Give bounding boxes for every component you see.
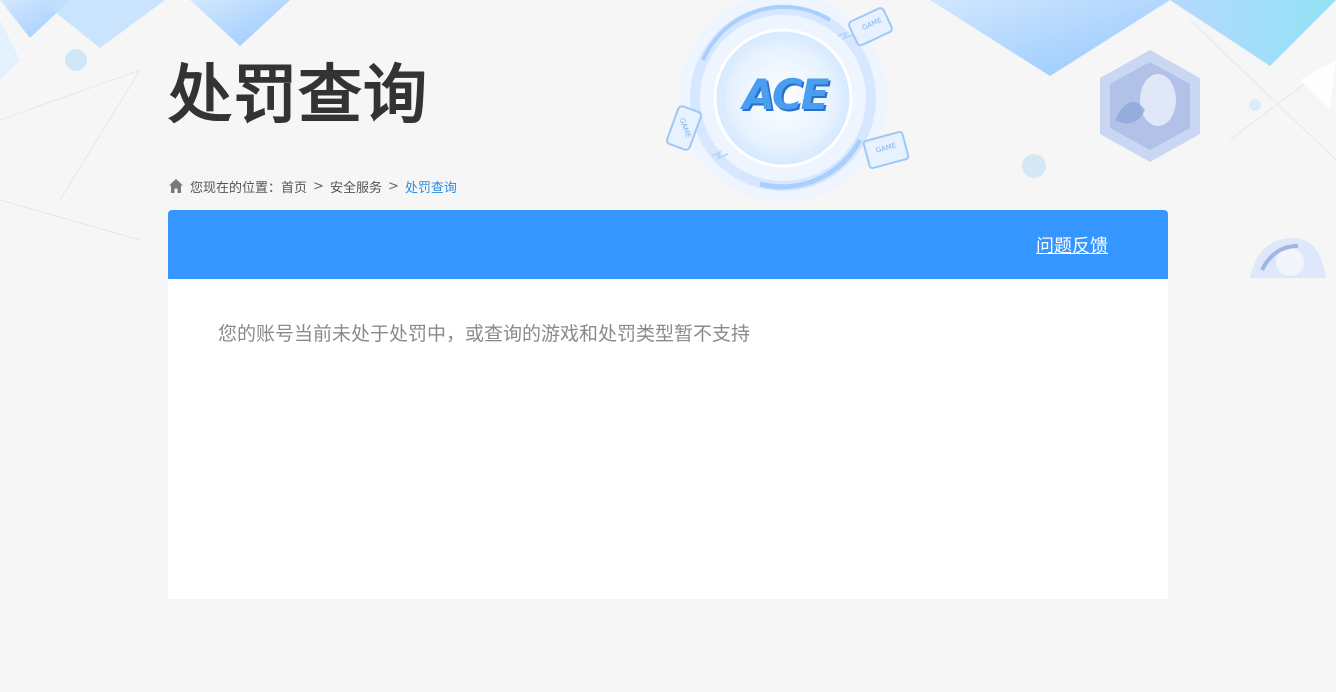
penalty-result-panel: 问题反馈 您的账号当前未处于处罚中，或查询的游戏和处罚类型暂不支持 xyxy=(168,210,1168,599)
breadcrumb-separator: > xyxy=(387,178,399,194)
breadcrumb-home-link[interactable]: 首页 xyxy=(281,177,307,196)
breadcrumb-separator: > xyxy=(313,178,324,194)
breadcrumb-prefix: 您现在的位置： xyxy=(190,180,282,196)
game-device-label: GAME xyxy=(860,16,884,32)
panel-header: 问题反馈 xyxy=(168,210,1168,279)
page: ACE GAME GAME GAME 处罚查询 您现在的位置： 首页 > 安全服… xyxy=(0,0,1336,692)
status-message: 您的账号当前未处于处罚中，或查询的游戏和处罚类型暂不支持 xyxy=(218,323,751,345)
breadcrumb: 您现在的位置： 首页 > 安全服务 > 处罚查询 xyxy=(168,176,457,196)
home-icon xyxy=(169,179,183,193)
breadcrumb-current: 处罚查询 xyxy=(404,180,457,196)
page-title: 处罚查询 xyxy=(168,59,428,133)
breadcrumb-security-service-link[interactable]: 安全服务 xyxy=(330,177,382,196)
panel-body: 您的账号当前未处于处罚中，或查询的游戏和处罚类型暂不支持 xyxy=(168,279,1168,386)
game-device-label: GAME xyxy=(874,141,898,155)
ace-logo: ACE xyxy=(733,69,837,119)
feedback-link[interactable]: 问题反馈 xyxy=(1036,232,1108,258)
ace-logo-text: ACE xyxy=(742,69,830,119)
game-device-label: GAME xyxy=(677,116,693,140)
